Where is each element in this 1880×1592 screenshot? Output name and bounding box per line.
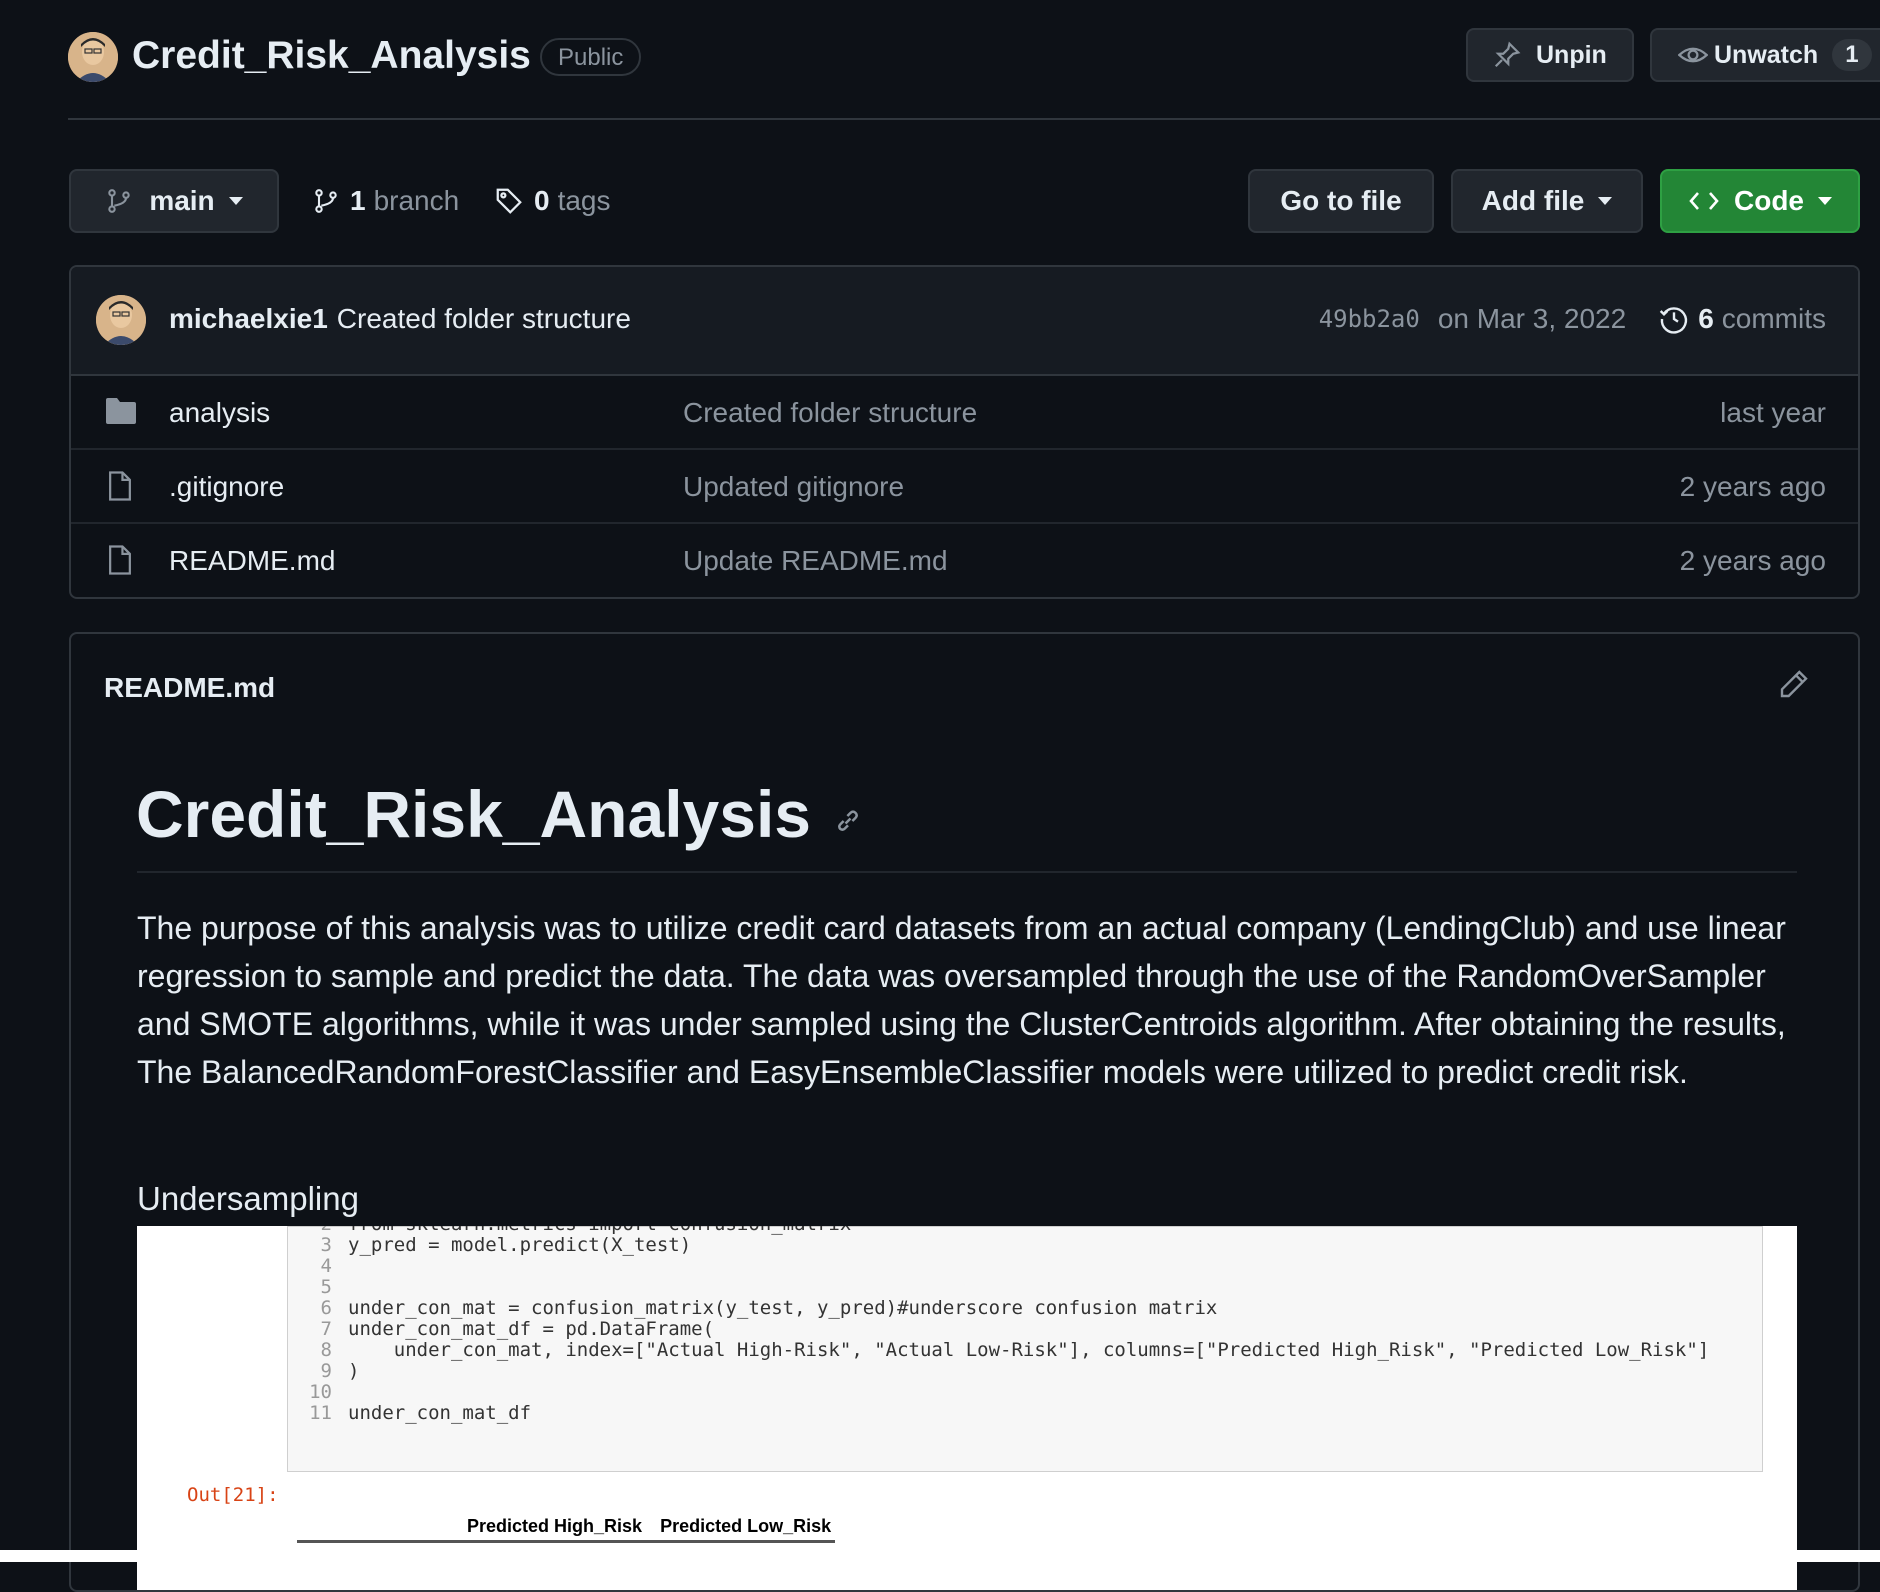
add-file-label: Add file <box>1481 185 1585 216</box>
tag-icon <box>494 186 524 216</box>
add-file-button[interactable]: Add file <box>1451 169 1643 233</box>
pin-icon <box>1492 40 1522 70</box>
eye-icon <box>1678 40 1708 70</box>
file-age: 2 years ago <box>1679 471 1826 502</box>
file-name[interactable]: README.md <box>169 545 335 577</box>
branch-icon <box>105 186 133 216</box>
file-browser: michaelxie1 Created folder structure 49bb… <box>69 265 1860 599</box>
readme-panel: README.md Credit_Risk_Analysis The purpo… <box>69 632 1860 1592</box>
readme-heading: Credit_Risk_Analysis <box>136 776 863 852</box>
go-to-file-label: Go to file <box>1280 185 1402 216</box>
file-commit-message[interactable]: Created folder structure <box>683 397 977 429</box>
unpin-button[interactable]: Unpin <box>1466 28 1634 82</box>
file-age: last year <box>1720 397 1826 428</box>
edit-icon[interactable] <box>1778 668 1810 700</box>
commit-sha[interactable]: 49bb2a0 <box>1319 305 1420 333</box>
column-header: Predicted High_Risk <box>467 1516 643 1536</box>
file-name[interactable]: .gitignore <box>169 471 284 503</box>
code-icon <box>1688 188 1720 214</box>
commits-link[interactable]: 6 commits <box>1658 303 1826 335</box>
tag-count: 0 <box>534 185 550 216</box>
owner-avatar[interactable] <box>68 32 118 82</box>
commit-author[interactable]: michaelxie1 <box>169 303 328 334</box>
commit-date: on Mar 3, 2022 <box>1437 303 1627 334</box>
latest-commit-bar: michaelxie1 Created folder structure 49bb… <box>71 267 1858 376</box>
branch-selector[interactable]: main <box>69 169 279 233</box>
host-status-bar <box>0 1550 1880 1562</box>
file-icon <box>105 470 135 502</box>
file-age: 2 years ago <box>1679 545 1826 576</box>
dataframe-header-rule <box>297 1540 835 1543</box>
header-divider <box>68 118 1880 120</box>
unwatch-label: Unwatch <box>1714 40 1819 69</box>
commit-summary: michaelxie1 Created folder structure <box>169 303 631 335</box>
chevron-down-icon <box>1818 197 1832 205</box>
tag-word: tags <box>557 185 611 216</box>
file-row-gitignore[interactable]: .gitignore Updated gitignore 2 years ago <box>71 450 1858 524</box>
file-commit-message[interactable]: Updated gitignore <box>683 471 904 503</box>
column-header: Predicted Low_Risk <box>660 1516 832 1536</box>
dataframe-header: Predicted High_Risk Predicted Low_Risk <box>467 1516 831 1537</box>
repo-name[interactable]: Credit_Risk_Analysis <box>132 34 531 78</box>
commit-meta: 49bb2a0 on Mar 3, 2022 6 commits <box>1319 303 1826 335</box>
commit-count: 6 <box>1698 303 1714 334</box>
code-button[interactable]: Code <box>1660 169 1860 233</box>
go-to-file-button[interactable]: Go to file <box>1248 169 1434 233</box>
file-name[interactable]: analysis <box>169 397 270 429</box>
branch-name: main <box>149 185 215 216</box>
readme-subheading: Undersampling <box>137 1180 359 1217</box>
tags-link[interactable]: 0 tags <box>494 180 611 222</box>
code-label: Code <box>1734 185 1804 216</box>
heading-divider <box>137 871 1797 873</box>
unpin-label: Unpin <box>1536 40 1607 69</box>
output-prompt: Out[21]: <box>187 1484 279 1506</box>
readme-heading-text: Credit_Risk_Analysis <box>136 777 811 851</box>
readme-filename[interactable]: README.md <box>104 672 275 704</box>
branch-count: 1 <box>350 185 366 216</box>
branches-link[interactable]: 1 branch <box>312 180 459 222</box>
file-icon <box>105 544 135 576</box>
chevron-down-icon <box>228 197 243 205</box>
chevron-down-icon <box>1598 197 1613 205</box>
file-row-readme[interactable]: README.md Update README.md 2 years ago <box>71 524 1858 597</box>
file-commit-message[interactable]: Update README.md <box>683 545 948 577</box>
code-cell: 2from sklearn.metrics import confusion_m… <box>287 1226 1763 1472</box>
branch-icon <box>312 186 340 216</box>
visibility-badge: Public <box>540 38 642 76</box>
file-row-analysis[interactable]: analysis Created folder structure last y… <box>71 376 1858 450</box>
unwatch-button[interactable]: Unwatch 1 <box>1650 28 1880 82</box>
commit-message[interactable]: Created folder structure <box>337 303 631 334</box>
watch-count: 1 <box>1832 39 1872 71</box>
readme-paragraph: The purpose of this analysis was to util… <box>137 910 1786 1090</box>
history-icon <box>1658 303 1690 335</box>
avatar[interactable] <box>96 295 146 345</box>
folder-icon <box>105 396 137 426</box>
branch-word: branch <box>373 185 460 216</box>
commit-count-word: commits <box>1721 303 1826 334</box>
link-icon[interactable] <box>833 806 863 836</box>
notebook-screenshot: 2from sklearn.metrics import confusion_m… <box>137 1226 1797 1590</box>
